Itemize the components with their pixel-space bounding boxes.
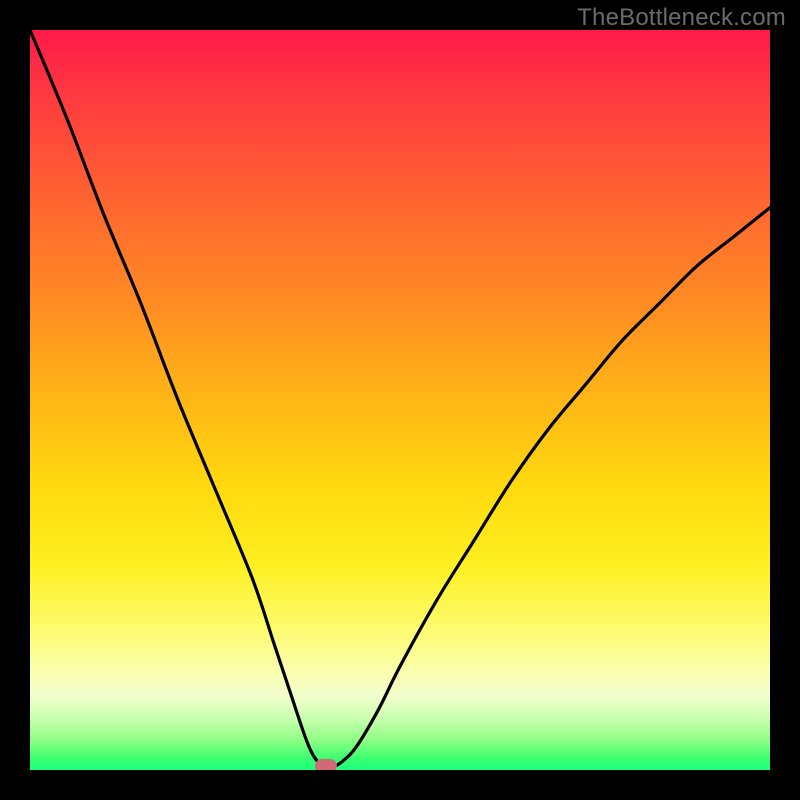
watermark-text: TheBottleneck.com [577, 4, 786, 32]
optimum-marker [315, 759, 337, 770]
plot-area [30, 30, 770, 770]
bottleneck-curve-svg [30, 30, 770, 770]
chart-wrapper: TheBottleneck.com [0, 0, 800, 800]
bottleneck-curve-path [30, 30, 770, 767]
